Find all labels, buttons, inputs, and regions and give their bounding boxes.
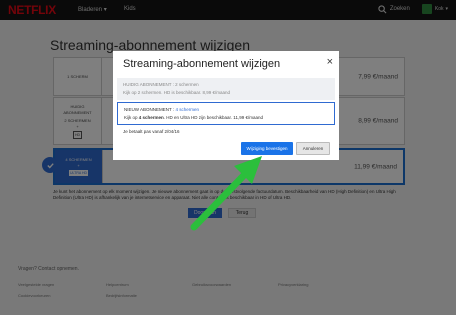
- change-plan-dialog: Streaming-abonnement wijzigen × HUIDIG A…: [113, 51, 339, 160]
- current-plan-description: Kijk op 2 schermen. HD is beschikbaar. 8…: [123, 90, 231, 95]
- new-plan-label-prefix: NIEUW ABONNEMENT :: [124, 107, 176, 112]
- current-plan-summary: HUIDIG ABONNEMENT : 2 schermen Kijk op 2…: [117, 78, 335, 100]
- dialog-title: Streaming-abonnement wijzigen: [123, 58, 281, 70]
- new-plan-desc-bold: 4 schermen: [138, 115, 164, 120]
- payment-start-note: Je betaalt pas vanaf 2/04/16: [123, 129, 180, 134]
- cancel-button[interactable]: Annuleren: [296, 142, 330, 155]
- current-plan-label: HUIDIG ABONNEMENT : 2 schermen: [123, 82, 199, 87]
- new-plan-label: NIEUW ABONNEMENT : 4 schermen: [124, 107, 199, 112]
- new-plan-value: 4 schermen: [175, 107, 199, 112]
- new-plan-summary: NIEUW ABONNEMENT : 4 schermen Kijk op 4 …: [117, 102, 335, 125]
- new-plan-desc-suffix: . HD en Ultra HD zijn beschikbaar. 11,99…: [163, 115, 263, 120]
- confirm-change-button[interactable]: Wijziging bevestigen: [241, 142, 293, 155]
- close-icon[interactable]: ×: [327, 57, 333, 68]
- new-plan-description: Kijk op 4 schermen. HD en Ultra HD zijn …: [124, 115, 263, 120]
- new-plan-desc-prefix: Kijk op: [124, 115, 139, 120]
